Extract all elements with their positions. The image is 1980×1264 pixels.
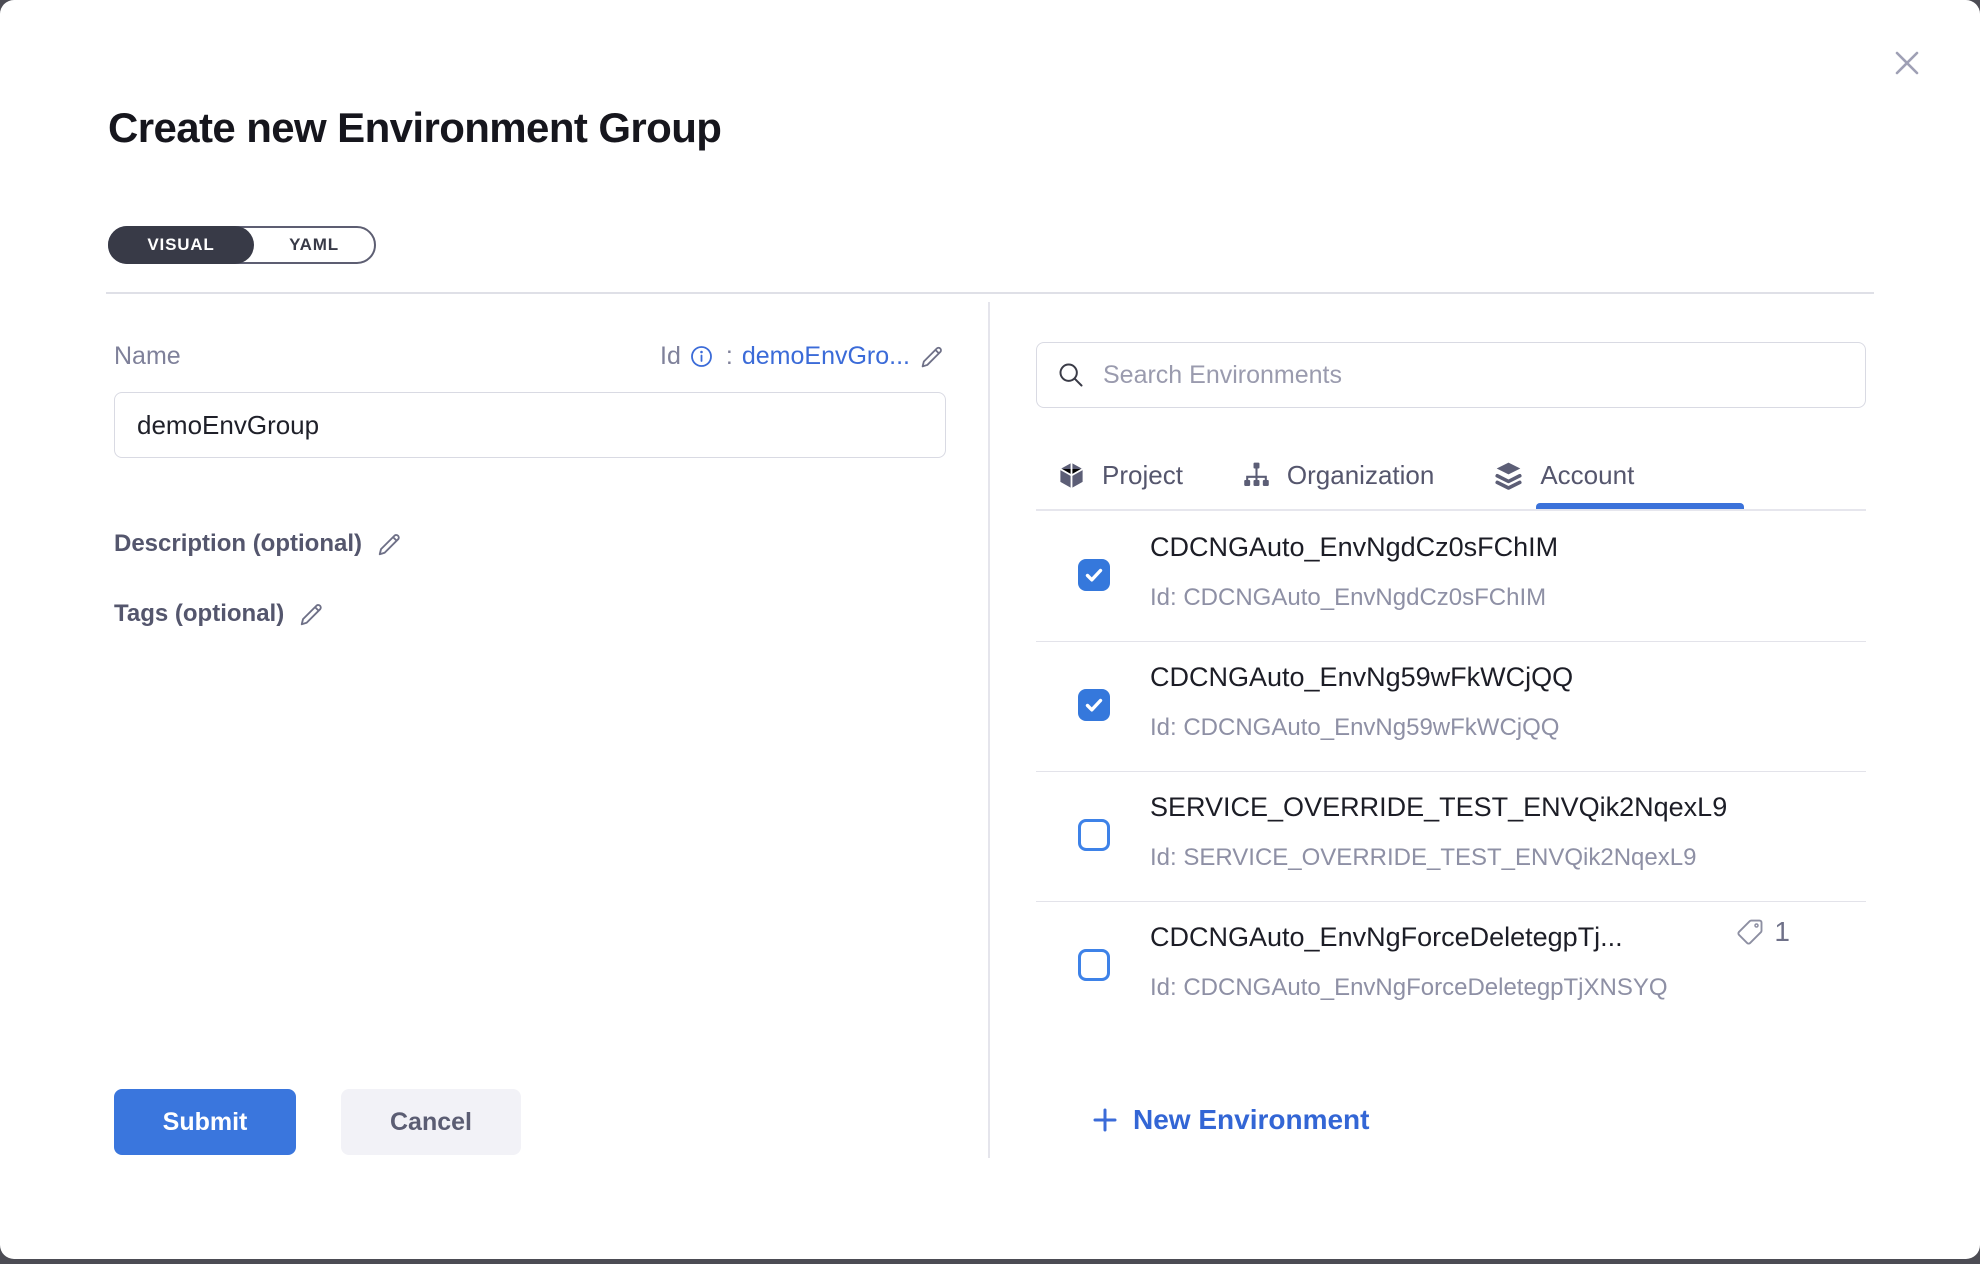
environment-row[interactable]: CDCNGAuto_EnvNgForceDeletegpTj... Id: CD… bbox=[1036, 902, 1866, 1032]
search-icon bbox=[1057, 361, 1085, 389]
environment-name: CDCNGAuto_EnvNg59wFkWCjQQ bbox=[1150, 662, 1573, 693]
edit-description-pencil-icon[interactable] bbox=[376, 530, 404, 558]
tab-account-label: Account bbox=[1540, 460, 1634, 491]
environment-id: Id: CDCNGAuto_EnvNgForceDeletegpTjXNSYQ bbox=[1150, 974, 1668, 1002]
id-group: Id : demoEnvGro... bbox=[660, 342, 946, 371]
tag-badge: 1 bbox=[1735, 916, 1790, 948]
submit-button[interactable]: Submit bbox=[114, 1089, 296, 1155]
info-icon[interactable] bbox=[690, 345, 713, 368]
cube-icon bbox=[1056, 460, 1087, 491]
description-row: Description (optional) bbox=[114, 530, 404, 558]
scope-tabs: Project Organization Account bbox=[1036, 442, 1866, 508]
toggle-yaml[interactable]: YAML bbox=[254, 228, 374, 262]
name-label: Name bbox=[114, 342, 181, 371]
tabs-divider bbox=[1036, 509, 1866, 511]
environment-id: Id: CDCNGAuto_EnvNgdCz0sFChIM bbox=[1150, 584, 1546, 612]
create-environment-group-modal: Create new Environment Group VISUAL YAML… bbox=[0, 0, 1980, 1259]
toggle-visual[interactable]: VISUAL bbox=[108, 226, 254, 264]
environment-row[interactable]: CDCNGAuto_EnvNgdCz0sFChIM Id: CDCNGAuto_… bbox=[1036, 512, 1866, 642]
edit-id-pencil-icon[interactable] bbox=[919, 343, 946, 370]
environment-checkbox[interactable] bbox=[1078, 689, 1110, 721]
id-value-link[interactable]: demoEnvGro... bbox=[742, 342, 910, 371]
new-environment-button[interactable]: New Environment bbox=[1090, 1104, 1369, 1136]
name-input[interactable] bbox=[114, 392, 946, 458]
edit-tags-pencil-icon[interactable] bbox=[298, 600, 326, 628]
search-box bbox=[1036, 342, 1866, 408]
tab-account[interactable]: Account bbox=[1492, 459, 1634, 492]
new-environment-label: New Environment bbox=[1133, 1104, 1369, 1136]
tab-project[interactable]: Project bbox=[1056, 460, 1183, 491]
check-icon bbox=[1082, 563, 1106, 587]
tag-count: 1 bbox=[1774, 916, 1790, 948]
id-label: Id bbox=[660, 342, 681, 371]
tab-project-label: Project bbox=[1102, 460, 1183, 491]
environment-name: SERVICE_OVERRIDE_TEST_ENVQik2NqexL9 bbox=[1150, 792, 1727, 823]
close-button[interactable] bbox=[1889, 45, 1925, 81]
description-label: Description (optional) bbox=[114, 530, 362, 558]
header-divider bbox=[106, 292, 1874, 294]
tags-label: Tags (optional) bbox=[114, 600, 284, 628]
environment-row[interactable]: CDCNGAuto_EnvNg59wFkWCjQQ Id: CDCNGAuto_… bbox=[1036, 642, 1866, 772]
layers-icon bbox=[1492, 459, 1525, 492]
plus-icon bbox=[1090, 1105, 1120, 1135]
id-colon: : bbox=[726, 342, 733, 371]
tab-organization-label: Organization bbox=[1287, 460, 1434, 491]
tags-row: Tags (optional) bbox=[114, 600, 326, 628]
environment-checkbox[interactable] bbox=[1078, 819, 1110, 851]
environment-id: Id: CDCNGAuto_EnvNg59wFkWCjQQ bbox=[1150, 714, 1559, 742]
page-title: Create new Environment Group bbox=[108, 104, 721, 152]
tag-icon bbox=[1735, 917, 1765, 947]
environment-checkbox[interactable] bbox=[1078, 559, 1110, 591]
cancel-button[interactable]: Cancel bbox=[341, 1089, 521, 1155]
environment-list: CDCNGAuto_EnvNgdCz0sFChIM Id: CDCNGAuto_… bbox=[1036, 512, 1866, 1048]
name-id-row: Name Id : demoEnvGro... bbox=[114, 342, 946, 371]
environment-checkbox[interactable] bbox=[1078, 949, 1110, 981]
columns-divider bbox=[988, 302, 990, 1158]
environment-row[interactable]: SERVICE_OVERRIDE_TEST_ENVQik2NqexL9 Id: … bbox=[1036, 772, 1866, 902]
check-icon bbox=[1082, 693, 1106, 717]
environment-name: CDCNGAuto_EnvNgdCz0sFChIM bbox=[1150, 532, 1558, 563]
tab-organization[interactable]: Organization bbox=[1241, 460, 1434, 491]
search-environments-input[interactable] bbox=[1101, 344, 1865, 406]
close-icon bbox=[1889, 45, 1925, 81]
environment-name: CDCNGAuto_EnvNgForceDeletegpTj... bbox=[1150, 922, 1623, 953]
visual-yaml-toggle: VISUAL YAML bbox=[108, 226, 376, 264]
org-chart-icon bbox=[1241, 460, 1272, 491]
environment-id: Id: SERVICE_OVERRIDE_TEST_ENVQik2NqexL9 bbox=[1150, 844, 1696, 872]
